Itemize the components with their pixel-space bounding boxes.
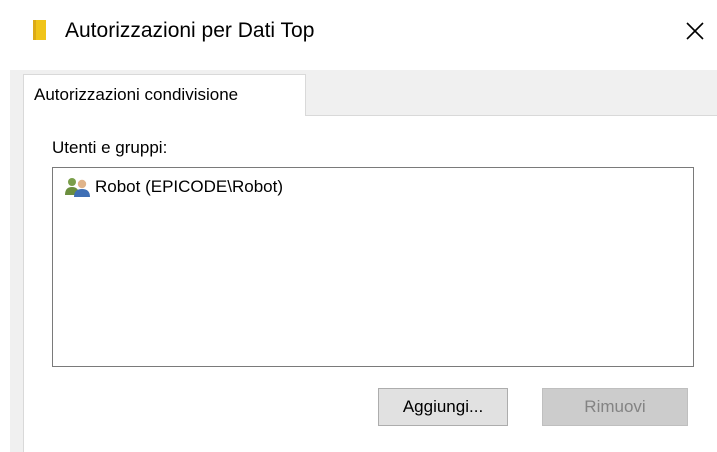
users-groups-label: Utenti e gruppi: <box>52 138 168 157</box>
tab-label: Autorizzazioni condivisione <box>34 85 239 104</box>
add-button[interactable]: Aggiungi... <box>378 388 508 426</box>
remove-button[interactable]: Rimuovi <box>542 388 688 426</box>
list-item[interactable]: Robot (EPICODE\Robot) <box>63 176 283 198</box>
permissions-dialog: Autorizzazioni per Dati Top Autorizzazio… <box>0 0 717 452</box>
folder-icon <box>33 20 46 40</box>
title-bar: Autorizzazioni per Dati Top <box>0 0 717 62</box>
users-group-icon <box>65 178 90 197</box>
window-title: Autorizzazioni per Dati Top <box>65 19 315 42</box>
close-icon[interactable] <box>680 16 710 46</box>
list-item-label: Robot (EPICODE\Robot) <box>95 177 284 196</box>
tab-share-permissions[interactable]: Autorizzazioni condivisione <box>23 74 306 116</box>
users-groups-list[interactable]: Robot (EPICODE\Robot) <box>52 167 694 367</box>
